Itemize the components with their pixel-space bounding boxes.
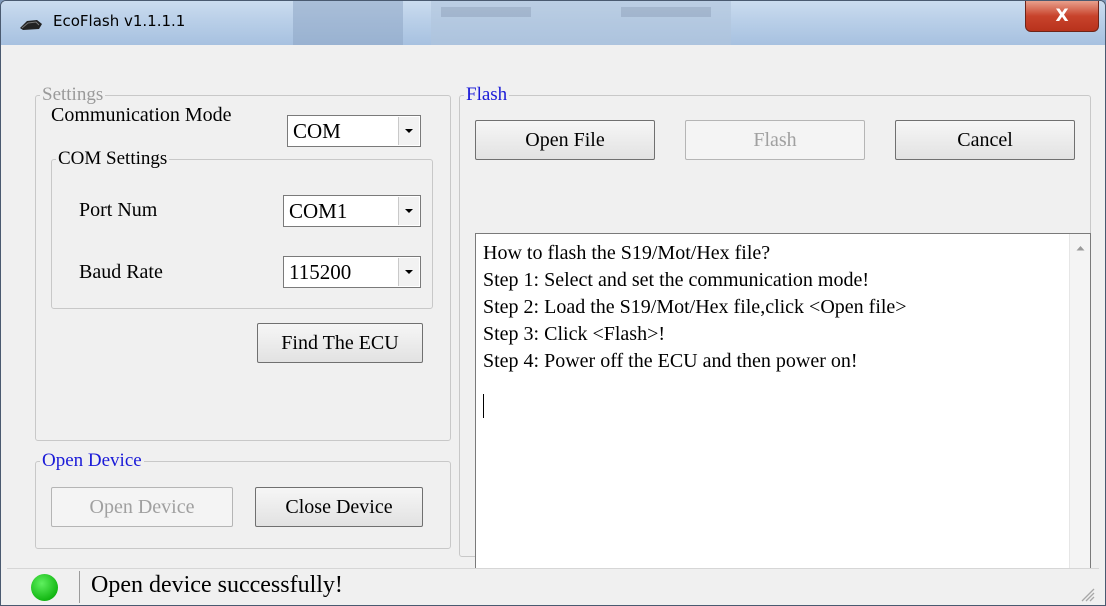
scroll-up-icon[interactable] [1070, 238, 1090, 258]
comm-mode-select[interactable]: COM [287, 115, 421, 147]
log-line: How to flash the S19/Mot/Hex file? [483, 242, 771, 264]
log-textarea[interactable]: How to flash the S19/Mot/Hex file? Step … [475, 233, 1091, 589]
close-button[interactable]: X [1025, 1, 1099, 32]
vertical-scrollbar[interactable] [1069, 234, 1090, 588]
status-divider [79, 571, 80, 603]
comm-mode-label: Communication Mode [51, 104, 232, 126]
log-text: How to flash the S19/Mot/Hex file? Step … [483, 240, 907, 375]
background-blur [441, 7, 531, 17]
window-title: EcoFlash v1.1.1.1 [53, 12, 186, 30]
close-device-button[interactable]: Close Device [255, 487, 423, 527]
cancel-button[interactable]: Cancel [895, 120, 1075, 160]
status-bar: Open device successfully! [7, 568, 1099, 605]
dropdown-arrow-icon[interactable] [398, 197, 419, 225]
find-ecu-button[interactable]: Find The ECU [257, 323, 423, 363]
background-blur [621, 7, 711, 17]
settings-legend: Settings [42, 84, 104, 105]
open-device-button[interactable]: Open Device [51, 487, 233, 527]
port-num-value: COM1 [289, 199, 348, 223]
port-num-label: Port Num [79, 199, 158, 221]
flash-button[interactable]: Flash [685, 120, 865, 160]
baud-rate-select[interactable]: 115200 [283, 256, 421, 288]
port-num-select[interactable]: COM1 [283, 195, 421, 227]
resize-grip-icon[interactable] [1077, 584, 1095, 602]
status-text: Open device successfully! [91, 572, 343, 598]
dropdown-arrow-icon[interactable] [398, 117, 419, 145]
log-line: Step 1: Select and set the communication… [483, 269, 870, 291]
close-icon: X [1055, 6, 1069, 26]
baud-rate-label: Baud Rate [79, 261, 163, 283]
open-file-button[interactable]: Open File [475, 120, 655, 160]
background-blur [293, 1, 403, 45]
flash-legend: Flash [466, 84, 508, 105]
main-window: EcoFlash v1.1.1.1 X Settings Communicati… [0, 0, 1106, 606]
app-icon [20, 20, 42, 30]
open-device-legend: Open Device [42, 450, 142, 471]
baud-rate-value: 115200 [289, 260, 352, 284]
log-line: Step 3: Click <Flash>! [483, 323, 666, 345]
text-caret [483, 394, 484, 418]
title-bar[interactable]: EcoFlash v1.1.1.1 X [1, 1, 1105, 45]
dropdown-arrow-icon[interactable] [398, 258, 419, 286]
client-area: Settings Communication Mode COM COM Sett… [7, 45, 1099, 605]
status-led-icon [31, 574, 58, 601]
comm-mode-value: COM [293, 119, 341, 143]
log-line: Step 2: Load the S19/Mot/Hex file,click … [483, 296, 907, 318]
com-settings-legend: COM Settings [58, 148, 168, 169]
log-line: Step 4: Power off the ECU and then power… [483, 350, 858, 372]
